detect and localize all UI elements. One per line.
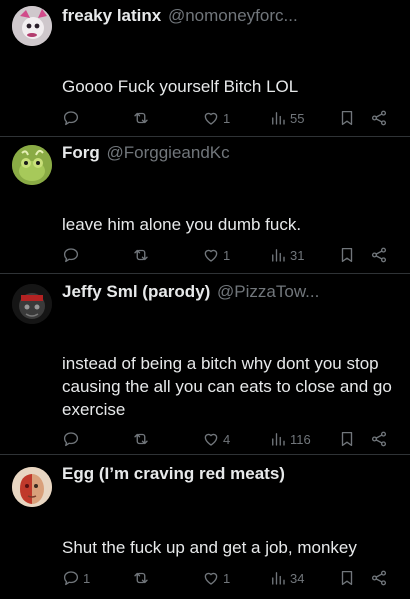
views-icon [272, 572, 285, 585]
share-button[interactable] [370, 244, 388, 266]
like-button[interactable]: 1 [202, 567, 230, 589]
like-button[interactable]: 1 [202, 107, 230, 129]
reply-button[interactable] [62, 428, 83, 450]
repost-button[interactable] [132, 428, 150, 450]
bookmark-icon [341, 110, 353, 126]
heart-icon [204, 249, 218, 262]
like-button[interactable]: 4 [202, 428, 230, 450]
bookmark-button[interactable] [338, 107, 356, 129]
share-button[interactable] [370, 428, 388, 450]
like-count: 1 [223, 110, 231, 126]
avatar[interactable] [12, 6, 52, 46]
avatar[interactable] [12, 284, 52, 324]
like-count: 1 [223, 247, 231, 263]
views-icon [272, 112, 285, 125]
user-handle[interactable]: @ForggieandKc [107, 143, 230, 162]
post-text: instead of being a bitch why dont you st… [62, 354, 392, 419]
post-header: freaky latinx @nomoneyforc... [62, 6, 298, 26]
reply-count: 1 [83, 570, 91, 586]
repost-button[interactable] [132, 567, 150, 589]
like-count: 1 [223, 570, 231, 586]
display-name[interactable]: Forg [62, 143, 100, 162]
display-name[interactable]: Egg (I’m craving red meats) [62, 464, 285, 483]
post[interactable]: Egg (I’m craving red meats) Shut the fuc… [0, 455, 410, 599]
share-icon [371, 570, 387, 586]
avatar[interactable] [12, 467, 52, 507]
views-icon [272, 433, 285, 446]
post[interactable]: freaky latinx @nomoneyforc... Goooo Fuck… [0, 0, 410, 136]
share-icon [371, 431, 387, 447]
reply-icon [63, 432, 79, 447]
post-text: Shut the fuck up and get a job, monkey [62, 538, 357, 557]
bookmark-icon [341, 431, 353, 447]
heart-icon [204, 572, 218, 585]
reply-icon [63, 571, 79, 586]
action-bar: 1 1 34 [62, 567, 402, 591]
share-icon [371, 110, 387, 126]
share-button[interactable] [370, 107, 388, 129]
repost-icon [134, 433, 148, 445]
bookmark-button[interactable] [338, 244, 356, 266]
post-text: leave him alone you dumb fuck. [62, 215, 302, 234]
action-bar: 4 116 [62, 428, 402, 452]
reply-icon [63, 111, 79, 126]
repost-icon [134, 249, 148, 261]
repost-button[interactable] [132, 244, 150, 266]
user-handle[interactable]: @nomoneyforc... [168, 6, 298, 25]
repost-button[interactable] [132, 107, 150, 129]
view-count: 34 [290, 570, 305, 586]
avatar-image [12, 284, 52, 324]
post-header: Egg (I’m craving red meats) [62, 464, 287, 484]
post-text: Goooo Fuck yourself Bitch LOL [62, 77, 299, 96]
bookmark-icon [341, 247, 353, 263]
reply-button[interactable] [62, 107, 83, 129]
bookmark-button[interactable] [338, 428, 356, 450]
share-button[interactable] [370, 567, 388, 589]
avatar-image [12, 467, 52, 507]
heart-icon [204, 112, 218, 125]
post[interactable]: Jeffy Sml (parody) @PizzaTow... instead … [0, 274, 410, 454]
reply-button[interactable] [62, 244, 83, 266]
views-button[interactable]: 31 [269, 244, 304, 266]
action-bar: 1 55 [62, 107, 402, 131]
reply-button[interactable]: 1 [62, 567, 90, 589]
like-button[interactable]: 1 [202, 244, 230, 266]
share-icon [371, 247, 387, 263]
avatar-image [12, 6, 52, 46]
heart-icon [204, 433, 218, 446]
avatar[interactable] [12, 145, 52, 185]
bookmark-button[interactable] [338, 567, 356, 589]
bookmark-icon [341, 570, 353, 586]
avatar-image [12, 145, 52, 185]
view-count: 116 [290, 431, 311, 447]
post-header: Jeffy Sml (parody) @PizzaTow... [62, 282, 319, 302]
display-name[interactable]: freaky latinx [62, 6, 161, 25]
action-bar: 1 31 [62, 244, 402, 268]
views-button[interactable]: 34 [269, 567, 304, 589]
like-count: 4 [223, 431, 231, 447]
display-name[interactable]: Jeffy Sml (parody) [62, 282, 210, 301]
user-handle[interactable]: @PizzaTow... [217, 282, 319, 301]
view-count: 55 [290, 110, 305, 126]
views-icon [272, 249, 285, 262]
views-button[interactable]: 55 [269, 107, 304, 129]
post[interactable]: Forg @ForggieandKc leave him alone you d… [0, 137, 410, 273]
repost-icon [134, 112, 148, 124]
reply-icon [63, 248, 79, 263]
post-header: Forg @ForggieandKc [62, 143, 230, 163]
views-button[interactable]: 116 [269, 428, 311, 450]
repost-icon [134, 572, 148, 584]
view-count: 31 [290, 247, 305, 263]
